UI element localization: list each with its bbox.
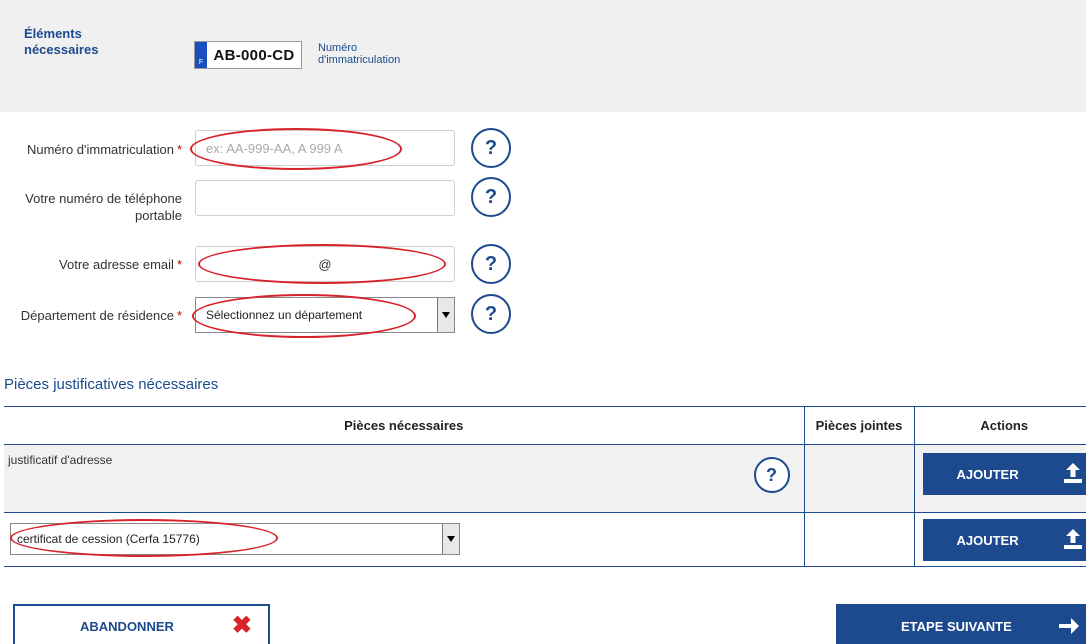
column-header: Pièces jointes (803, 406, 914, 445)
phone-input[interactable] (195, 180, 455, 216)
phone-help-icon[interactable]: ? (471, 177, 511, 217)
table-row: justificatif d'adresse ? AJOUTER (4, 444, 1086, 513)
email-label: Votre adresse email * (59, 257, 182, 272)
pieces-table: Pièces nécessaires Pièces jointes Action… (4, 406, 1086, 567)
piece-cell: certificat de cession (Cerfa 15776) (4, 512, 804, 567)
required-elements-panel: Éléments nécessaires F AB-000-CD Numéro … (0, 0, 1086, 112)
email-help-icon[interactable]: ? (471, 244, 511, 284)
plate-caption: Numéro d'immatriculation (318, 42, 401, 66)
departement-select[interactable]: Sélectionnez un département (195, 297, 455, 333)
dropdown-arrow-icon[interactable] (437, 298, 454, 332)
actions-cell: AJOUTER (913, 512, 1086, 567)
abandon-button[interactable]: ABANDONNER ✖ (13, 604, 270, 644)
piece-name: justificatif d'adresse (8, 453, 113, 467)
pieces-section-title: Pièces justificatives nécessaires (4, 376, 219, 393)
arrow-right-icon (1059, 618, 1079, 634)
piece-type-select[interactable]: certificat de cession (Cerfa 15776) (10, 523, 460, 555)
column-header: Actions (913, 406, 1086, 445)
plate-number: AB-000-CD (213, 46, 295, 64)
phone-label: Votre numéro de téléphone portable (25, 191, 182, 223)
departement-help-icon[interactable]: ? (471, 294, 511, 334)
piece-cell: justificatif d'adresse ? (4, 444, 804, 513)
departement-label: Département de résidence * (20, 308, 182, 323)
upload-icon (1063, 529, 1082, 549)
dropdown-arrow-icon[interactable] (442, 524, 459, 554)
column-header: Pièces nécessaires (4, 406, 804, 445)
attached-cell (803, 444, 914, 513)
next-step-button[interactable]: ETAPE SUIVANTE (836, 604, 1086, 644)
actions-cell: AJOUTER (913, 444, 1086, 513)
license-plate-example: F AB-000-CD (194, 41, 302, 69)
close-icon: ✖ (231, 612, 252, 639)
add-document-button[interactable]: AJOUTER (922, 519, 1086, 561)
attached-cell (803, 512, 914, 567)
required-elements-title: Éléments nécessaires (24, 26, 99, 57)
immatriculation-input[interactable] (195, 130, 455, 166)
eu-band-icon: F (195, 42, 207, 68)
immatriculation-label: Numéro d'immatriculation * (26, 142, 182, 157)
email-input[interactable] (195, 246, 455, 282)
piece-help-icon[interactable]: ? (753, 457, 790, 493)
upload-icon (1063, 463, 1082, 483)
table-row: certificat de cession (Cerfa 15776) AJOU… (4, 512, 1086, 567)
add-document-button[interactable]: AJOUTER (922, 453, 1086, 495)
immatriculation-help-icon[interactable]: ? (471, 128, 511, 168)
